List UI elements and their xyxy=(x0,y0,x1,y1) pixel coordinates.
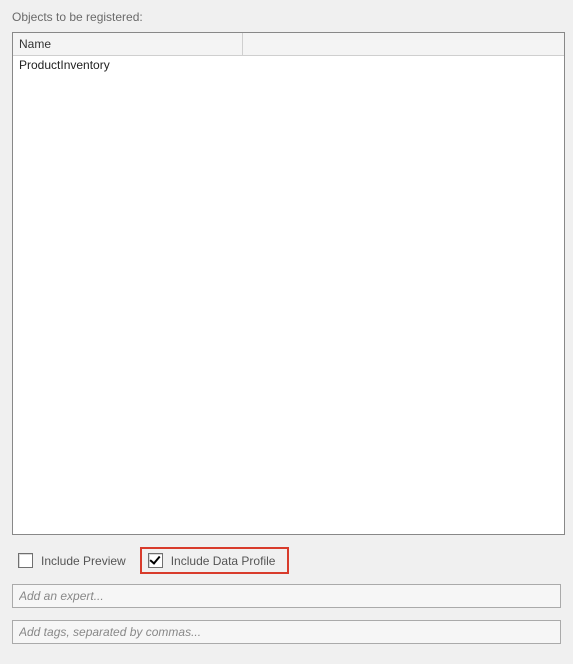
cell-name: ProductInventory xyxy=(13,56,243,74)
include-preview-checkbox[interactable] xyxy=(18,553,33,568)
objects-table: Name ProductInventory xyxy=(12,32,565,535)
objects-section-label: Objects to be registered: xyxy=(12,10,565,24)
include-preview-label[interactable]: Include Preview xyxy=(41,554,126,568)
include-data-profile-checkbox[interactable] xyxy=(148,553,163,568)
table-header: Name xyxy=(13,33,564,56)
column-header-empty[interactable] xyxy=(243,33,564,55)
include-data-profile-label[interactable]: Include Data Profile xyxy=(171,554,276,568)
table-row[interactable]: ProductInventory xyxy=(13,56,564,74)
add-expert-input[interactable] xyxy=(12,584,561,608)
table-body: ProductInventory xyxy=(13,56,564,534)
include-preview-group: Include Preview xyxy=(12,549,132,572)
include-data-profile-group: Include Data Profile xyxy=(140,547,290,574)
add-tags-input[interactable] xyxy=(12,620,561,644)
column-header-name[interactable]: Name xyxy=(13,33,243,55)
options-row: Include Preview Include Data Profile xyxy=(12,547,565,574)
